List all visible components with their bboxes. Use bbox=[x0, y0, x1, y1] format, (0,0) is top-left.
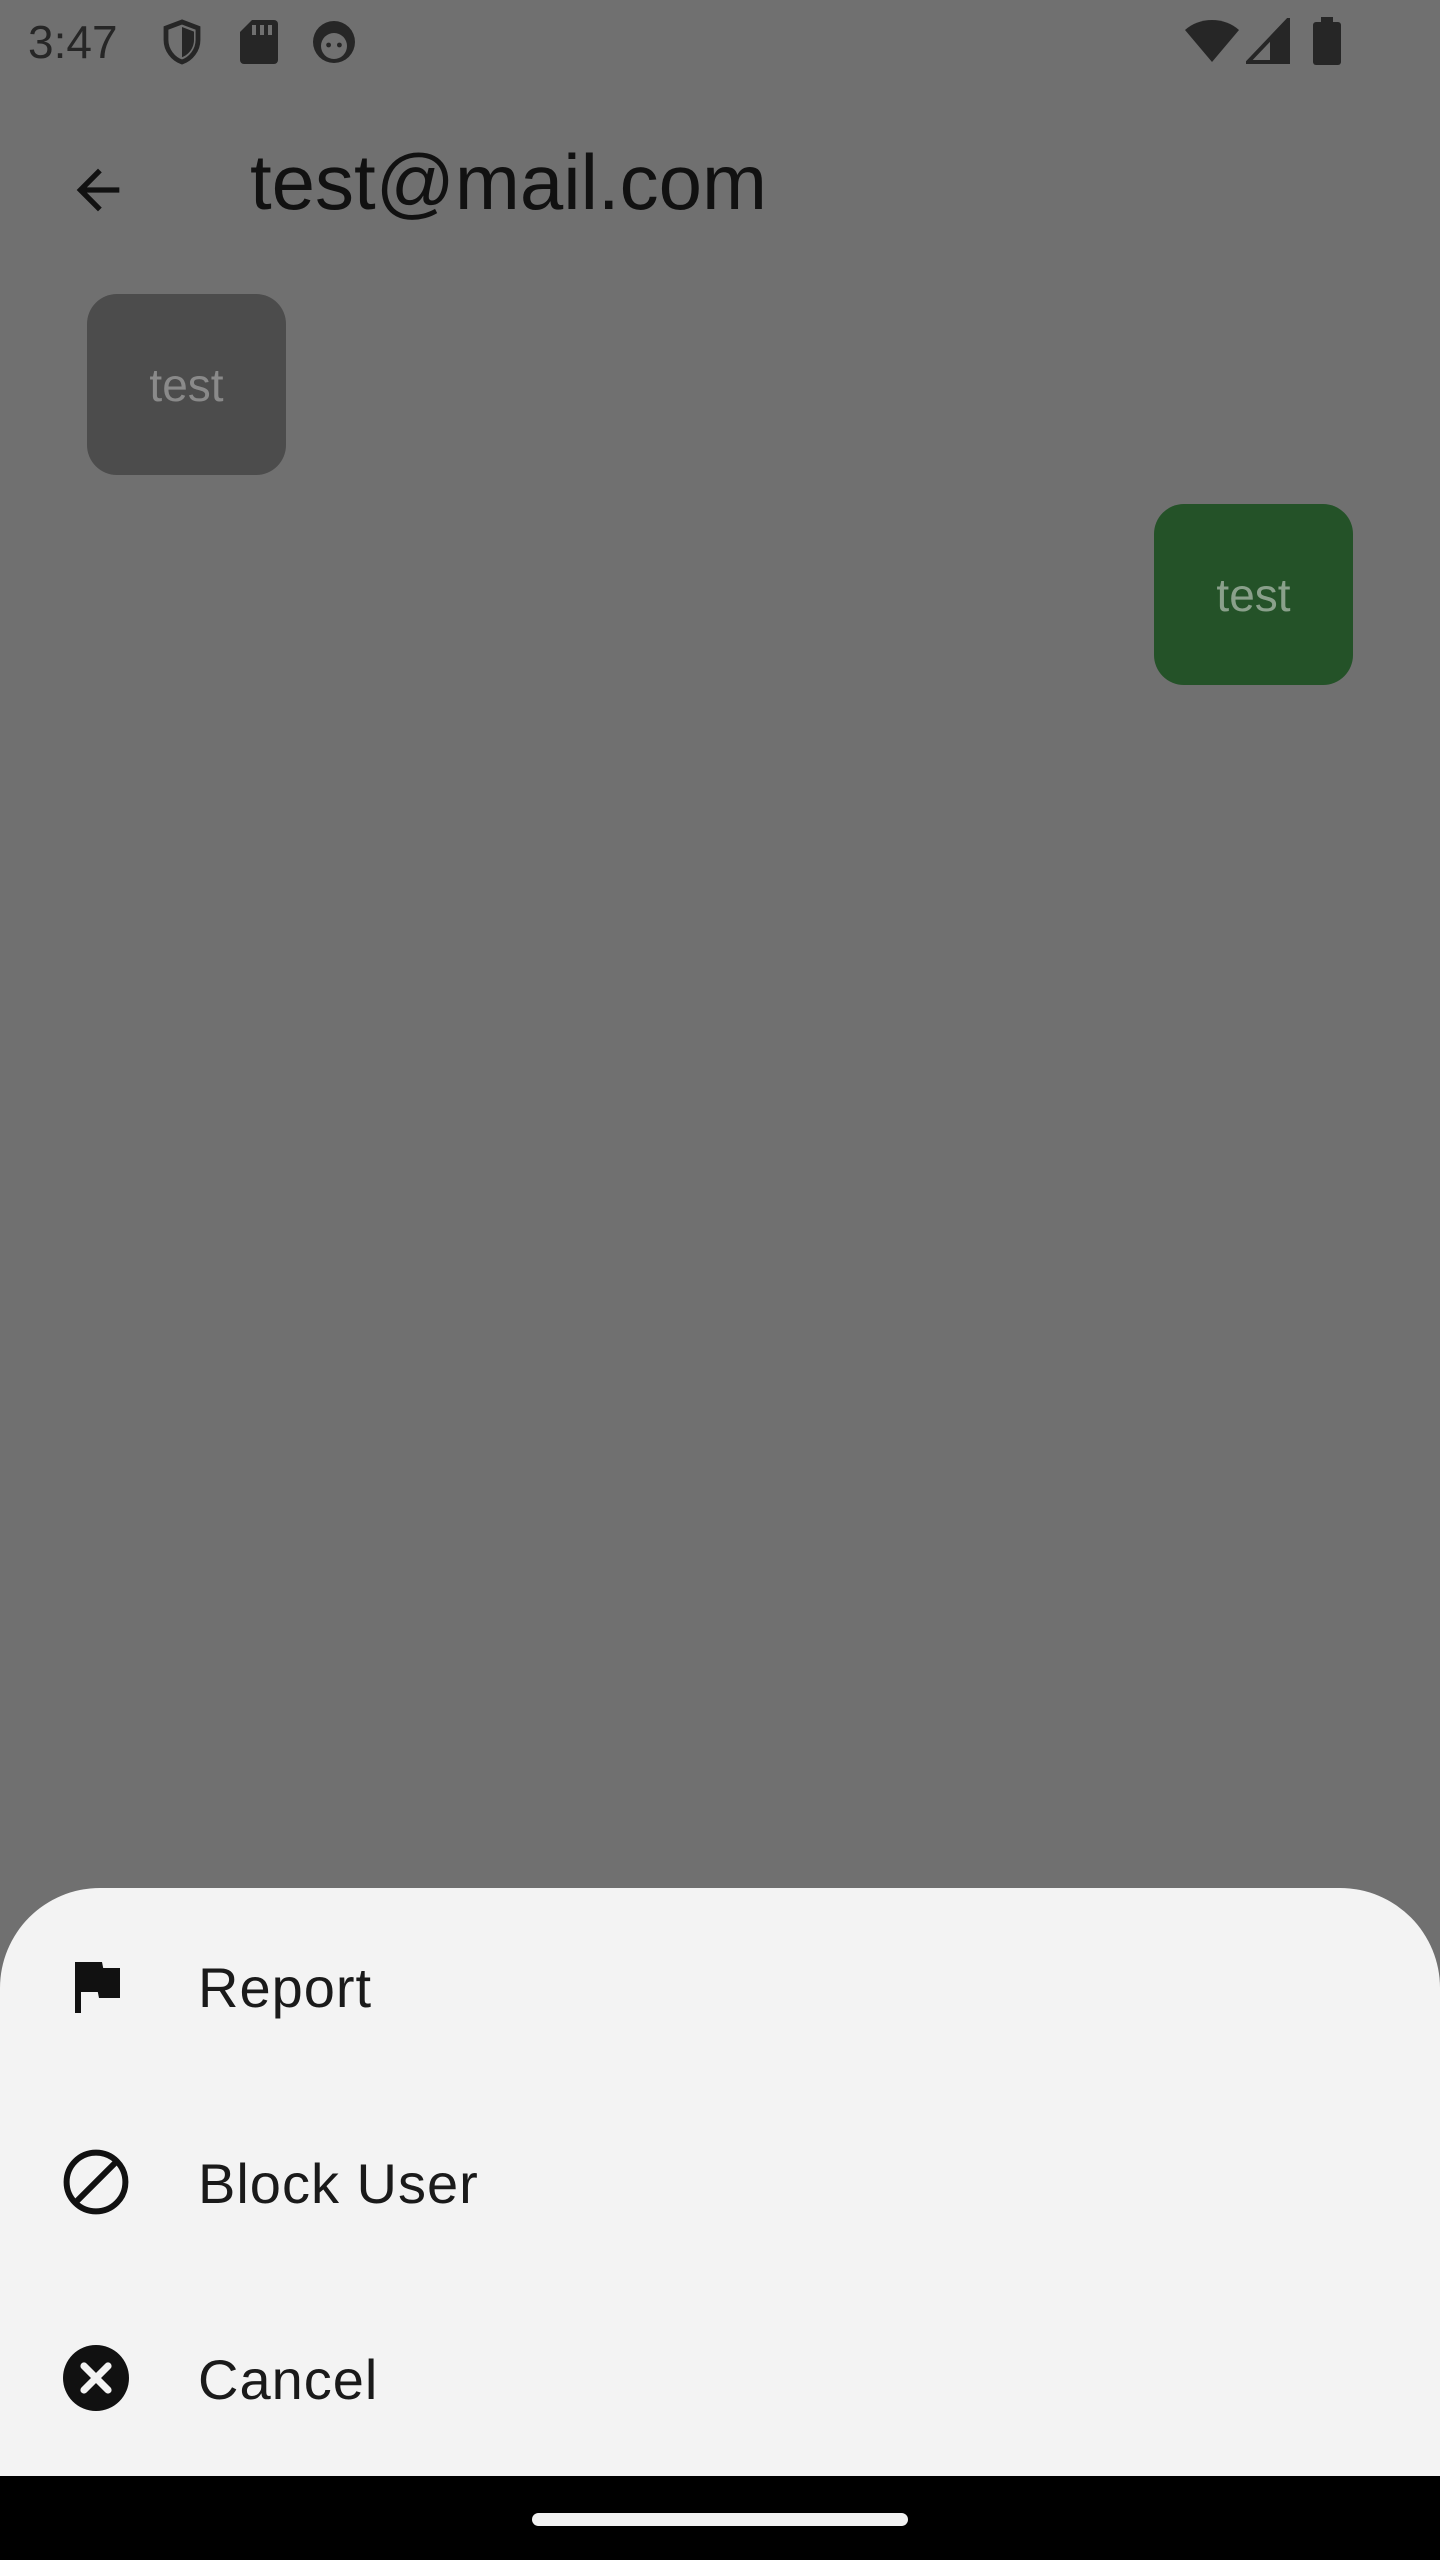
status-time: 3:47 bbox=[28, 16, 118, 68]
status-bar: 3:47 bbox=[0, 0, 1440, 84]
cancel-icon bbox=[60, 2342, 132, 2414]
sd-card-icon bbox=[236, 18, 282, 71]
block-icon bbox=[60, 2146, 132, 2218]
cell-signal-icon bbox=[1243, 15, 1290, 69]
report-label: Report bbox=[198, 1956, 373, 2019]
arrow-left-icon bbox=[66, 158, 130, 227]
block-user-label: Block User bbox=[198, 2152, 479, 2215]
block-user-button[interactable]: Block User bbox=[0, 2084, 1440, 2280]
shield-icon bbox=[158, 18, 206, 71]
cancel-label: Cancel bbox=[198, 2348, 379, 2411]
message-text: test bbox=[1216, 568, 1291, 621]
wifi-icon bbox=[1184, 18, 1240, 69]
page-title: test@mail.com bbox=[250, 138, 767, 226]
navigation-bar bbox=[0, 2476, 1440, 2560]
cancel-button[interactable]: Cancel bbox=[0, 2280, 1440, 2476]
app-bar: test@mail.com bbox=[0, 84, 1440, 280]
report-button[interactable]: Report bbox=[0, 1888, 1440, 2084]
android-face-icon bbox=[310, 18, 358, 71]
outgoing-message[interactable]: test bbox=[1154, 504, 1353, 685]
back-button[interactable] bbox=[48, 142, 148, 242]
home-indicator[interactable] bbox=[532, 2513, 908, 2526]
battery-icon bbox=[1312, 16, 1342, 71]
message-text: test bbox=[149, 358, 224, 411]
bottom-sheet: Report Block User Cancel bbox=[0, 1888, 1440, 2476]
flag-icon bbox=[60, 1950, 132, 2022]
incoming-message[interactable]: test bbox=[87, 294, 286, 475]
